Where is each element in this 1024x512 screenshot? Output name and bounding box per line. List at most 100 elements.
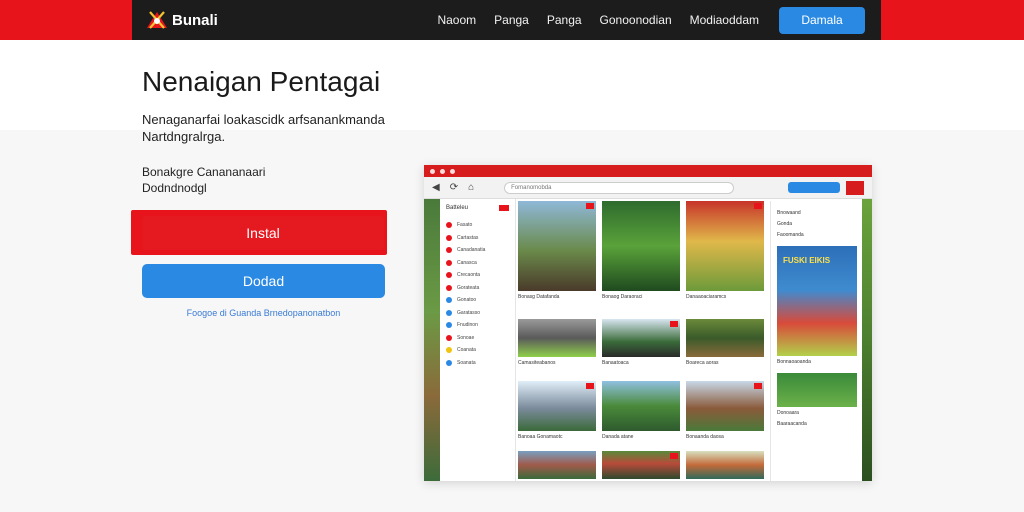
- preview-tile-caption: Danaaoaciaramcs: [686, 294, 727, 300]
- preview-image-grid: Bonasg Datafanda Bonaog Daraoraci Danaaoac…: [518, 201, 766, 481]
- download-button[interactable]: Dodad: [142, 264, 385, 298]
- preview-sidebar-item-label: Soanata: [457, 359, 476, 366]
- preview-sidebar-item-label: Fnudinon: [457, 322, 478, 329]
- nav-link-5[interactable]: Modiaoddam: [690, 13, 759, 27]
- page-title: Nenaigan Pentagai: [142, 66, 381, 97]
- logo-icon: [144, 8, 170, 32]
- category-icon: [446, 322, 452, 329]
- preview-image-tile: Boareca aoras: [686, 319, 764, 366]
- preview-tile-caption: Bonaanda daosa: [686, 434, 724, 440]
- preview-toolbar-badge: [846, 180, 864, 195]
- brand-logo[interactable]: Bunali: [144, 8, 218, 32]
- preview-tile-caption: Danada atane: [602, 434, 634, 440]
- preview-tile-caption: Camasiteabanos: [518, 360, 556, 366]
- preview-sidebar-item-label: Canasca: [457, 259, 477, 266]
- preview-thumbnail: [686, 201, 764, 291]
- preview-image-tile: Bonasg Datafanda: [518, 201, 596, 300]
- preview-image-tile: Banaatoaca: [602, 319, 680, 366]
- preview-sidebar-item-label: Cartastas: [457, 234, 479, 241]
- preview-sidebar-item-label: Canadanatia: [457, 247, 486, 254]
- preview-image-tile: Boatanomaotda: [686, 451, 764, 481]
- preview-badge: [670, 453, 678, 459]
- preview-poster-text: FUSKI EIKIS: [783, 256, 831, 265]
- preview-thumbnail: [686, 381, 764, 431]
- preview-sidebar-item: Cartastas: [446, 232, 509, 245]
- preview-sidebar-item: Canasca: [446, 257, 509, 270]
- preview-right-line: Bonnaoaoanda: [777, 358, 811, 365]
- hero-subtext-line-2: Dodndnodgl: [142, 181, 207, 195]
- preview-badge: [670, 321, 678, 327]
- preview-right-edge: [862, 199, 872, 481]
- nav-link-2[interactable]: Panga: [494, 13, 529, 27]
- preview-thumbnail: [686, 319, 764, 357]
- preview-sidebar-item: Sonoae: [446, 332, 509, 345]
- nav-link-4[interactable]: Gonoonodian: [600, 13, 672, 27]
- category-icon: [446, 284, 452, 291]
- preview-sidebar-item: Gorateata: [446, 282, 509, 295]
- preview-sidebar-item-label: Fasato: [457, 222, 473, 229]
- page: Bunali Naoom Panga Panga Gonoonodian Mod…: [0, 0, 1024, 512]
- preview-tile-caption: Banaatoaca: [602, 360, 629, 366]
- preview-right-thumbnail: [777, 373, 857, 407]
- nav-cta-button[interactable]: Damala: [779, 6, 865, 34]
- preview-sidebar: Batteleu Fasato Cartastas Canadanatia Canas…: [440, 199, 516, 481]
- preview-left-edge: [424, 199, 440, 481]
- preview-image-tile: Camasiteabanos: [518, 319, 596, 366]
- preview-badge: [586, 383, 594, 389]
- preview-sidebar-item: Crecaonta: [446, 269, 509, 282]
- top-navbar: Bunali Naoom Panga Panga Gonoonodian Mod…: [132, 0, 881, 40]
- hero-description: Nenaganarfai loakascidk arfsanankmanda N…: [142, 112, 385, 144]
- preview-toolbar-chip: [788, 182, 840, 193]
- preview-right-line: Baaraacanda: [777, 420, 807, 427]
- preview-sidebar-item-label: Coanata: [457, 347, 476, 354]
- preview-titlebar: [424, 165, 872, 177]
- preview-thumbnail: [518, 319, 596, 357]
- install-button[interactable]: Instal: [142, 216, 384, 250]
- category-icon: [446, 309, 452, 316]
- preview-tile-caption: Banoaa Gonamaotc: [518, 434, 563, 440]
- preview-tile-caption: Bonasg Datafanda: [518, 294, 560, 300]
- preview-thumbnail: [518, 451, 596, 479]
- hero-subtext: Bonakgre Canananaari Dodndnodgl: [142, 164, 265, 196]
- preview-poster: FUSKI EIKIS: [777, 246, 857, 356]
- preview-sidebar-item-label: Crecaonta: [457, 272, 481, 279]
- preview-thumbnail: [518, 381, 596, 431]
- preview-image-tile: Bonaanda daosa: [686, 381, 764, 440]
- preview-thumbnail: [602, 451, 680, 479]
- preview-image-tile: Daooaonoa: [602, 451, 680, 481]
- preview-image-tile: Bonaog Daraoraci: [602, 201, 680, 300]
- preview-tile-caption: Boareca aoras: [686, 360, 719, 366]
- preview-badge: [754, 203, 762, 209]
- category-icon: [446, 272, 452, 279]
- preview-image-tile: Danada atane: [602, 381, 680, 440]
- preview-badge: [754, 383, 762, 389]
- preview-thumbnail: [518, 201, 596, 291]
- preview-right-panel: Bnowaand Gonda Faoomanda FUSKI EIKIS Bon…: [770, 201, 860, 481]
- preview-thumbnail: [602, 201, 680, 291]
- preview-toolbar: ◀ ⟳ ⌂ Fomanomobda: [424, 177, 872, 199]
- preview-sidebar-item: Fasato: [446, 219, 509, 232]
- preview-sidebar-item: Gonatoo: [446, 294, 509, 307]
- preview-right-line: Bnowaand: [777, 209, 801, 216]
- preview-thumbnail: [686, 451, 764, 479]
- preview-badge: [586, 203, 594, 209]
- nav-link-1[interactable]: Naoom: [437, 13, 476, 27]
- preview-thumbnail: [602, 381, 680, 431]
- category-icon: [446, 347, 452, 354]
- footnote-link[interactable]: Foogoe di Guanda Brnedopanonatbon: [142, 308, 385, 318]
- preview-thumbnail: [602, 319, 680, 357]
- preview-right-line: Donoaara: [777, 409, 799, 416]
- preview-sidebar-item-label: Gorateata: [457, 284, 480, 291]
- preview-sidebar-header: Batteleu: [446, 205, 509, 211]
- preview-sidebar-title: Batteleu: [446, 205, 469, 211]
- preview-sidebar-item-label: Sonoae: [457, 334, 475, 341]
- preview-sidebar-item-label: Gonatoo: [457, 297, 477, 304]
- preview-tile-caption: Bonaog Daraoraci: [602, 294, 643, 300]
- nav-link-3[interactable]: Panga: [547, 13, 582, 27]
- preview-sidebar-item: Garatasso: [446, 307, 509, 320]
- home-icon: ⌂: [468, 182, 475, 193]
- preview-url-bar: Fomanomobda: [504, 181, 735, 194]
- back-icon: ◀: [432, 182, 440, 193]
- preview-sidebar-item: Fnudinon: [446, 319, 509, 332]
- preview-sidebar-item-label: Garatasso: [457, 309, 481, 316]
